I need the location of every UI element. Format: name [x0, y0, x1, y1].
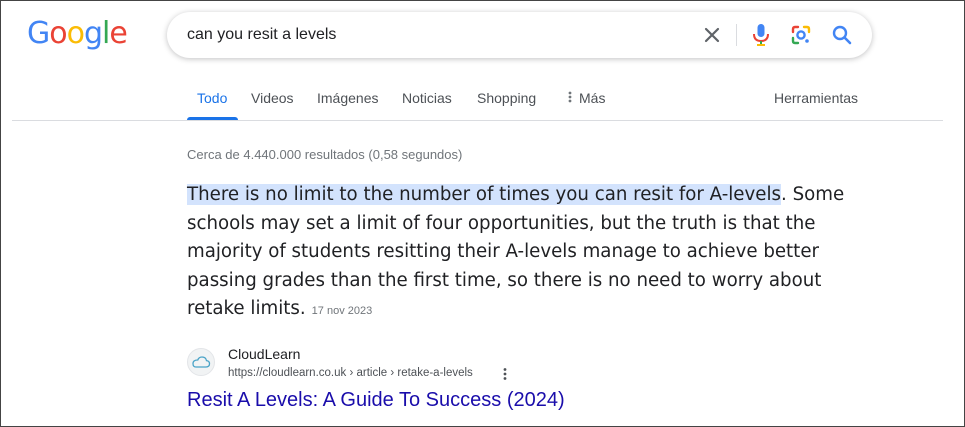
search-button[interactable] — [828, 21, 856, 49]
featured-snippet: There is no limit to the number of times… — [187, 181, 877, 326]
logo-letter: o — [49, 16, 67, 51]
close-icon — [704, 27, 720, 43]
voice-search-button[interactable] — [747, 21, 775, 49]
search-bar — [167, 12, 872, 58]
more-vert-icon — [568, 91, 572, 103]
clear-search-button[interactable] — [698, 21, 726, 49]
search-icon — [832, 25, 852, 45]
mic-icon — [753, 24, 769, 46]
result-options-button[interactable] — [498, 365, 512, 383]
logo-letter: o — [66, 16, 85, 51]
tabs-divider — [12, 120, 943, 121]
result-stats: Cerca de 4.440.000 resultados (0,58 segu… — [187, 147, 463, 162]
search-divider — [736, 24, 737, 46]
tab-videos[interactable]: Videos — [251, 90, 294, 106]
search-input[interactable] — [187, 12, 687, 58]
tab-more[interactable]: Más — [567, 90, 605, 106]
logo-letter: e — [109, 16, 127, 51]
snippet-highlight: There is no limit to the number of times… — [187, 184, 781, 205]
tools-button[interactable]: Herramientas — [774, 90, 858, 106]
site-favicon[interactable] — [187, 348, 215, 376]
result-title-link[interactable]: Resit A Levels: A Guide To Success (2024… — [187, 389, 565, 412]
result-url[interactable]: https://cloudlearn.co.uk › article › ret… — [228, 367, 473, 379]
result-site-name[interactable]: CloudLearn — [228, 346, 300, 362]
logo-letter: g — [83, 16, 103, 51]
lens-icon — [791, 25, 811, 45]
lens-search-button[interactable] — [787, 21, 815, 49]
tab-todo[interactable]: Todo — [197, 90, 227, 106]
tab-more-label: Más — [579, 90, 606, 106]
snippet-highlight-end: . — [780, 184, 787, 205]
tab-news[interactable]: Noticias — [402, 90, 452, 106]
logo-letter: G — [27, 16, 50, 51]
tab-images[interactable]: Imágenes — [317, 90, 378, 106]
snippet-date: 17 nov 2023 — [311, 305, 373, 317]
cloud-icon — [192, 356, 211, 368]
tab-shopping[interactable]: Shopping — [477, 90, 536, 106]
google-logo[interactable]: Google — [27, 16, 128, 51]
logo-letter: l — [102, 16, 110, 51]
more-vert-icon — [503, 368, 507, 380]
